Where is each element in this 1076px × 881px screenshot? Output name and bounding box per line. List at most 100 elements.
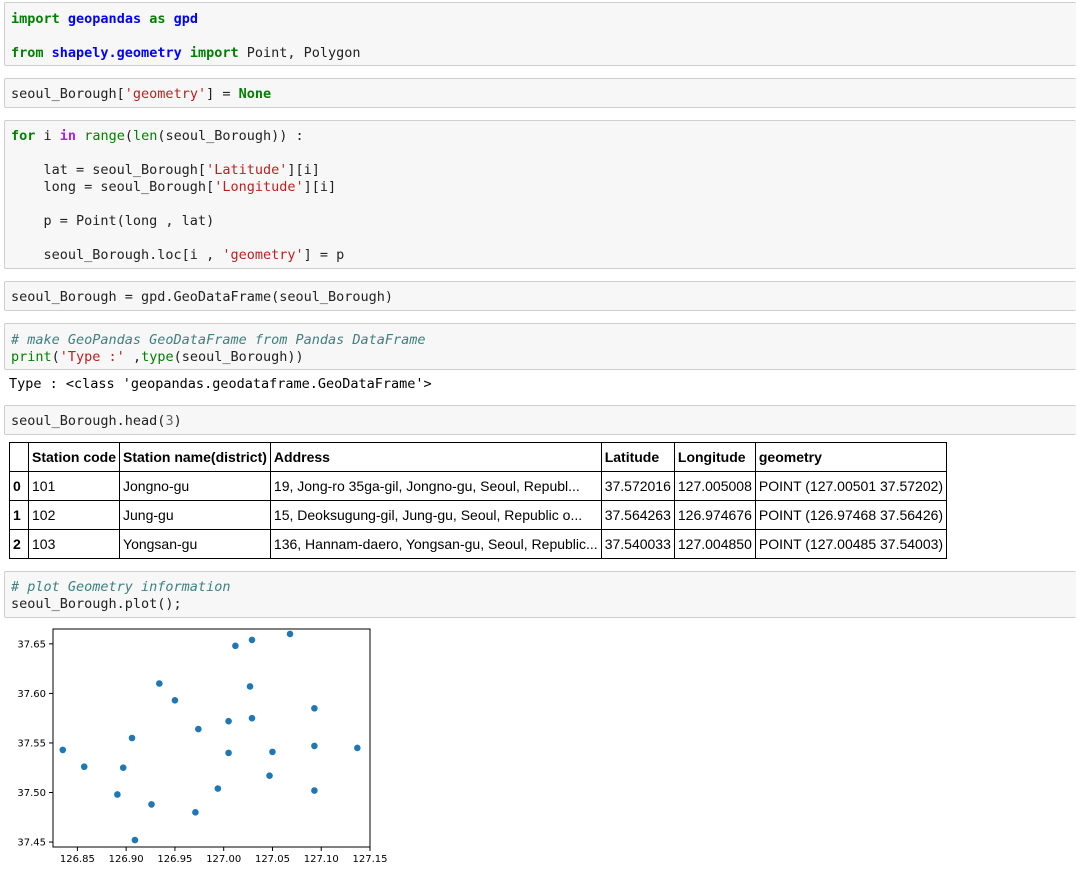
x-tick-label: 127.15 <box>353 854 388 865</box>
y-tick-label: 37.55 <box>17 738 46 749</box>
code-line-point: p = Point(long , lat) <box>11 213 215 229</box>
number-literal: 3 <box>165 413 174 429</box>
string-literal: 'geometry' <box>222 247 304 263</box>
code-text: ][i] <box>287 162 320 178</box>
string-literal: 'Longitude' <box>214 179 304 195</box>
y-tick-label: 37.65 <box>17 639 46 650</box>
scatter-point <box>246 683 254 690</box>
code-cell-head[interactable]: seoul_Borough.head(3) <box>4 405 1076 435</box>
table-cell: 37.564263 <box>600 500 675 530</box>
keyword: from <box>11 45 44 61</box>
table-cell-index: 1 <box>9 500 29 530</box>
x-tick-label: 126.85 <box>60 854 95 865</box>
scatter-point <box>232 642 239 650</box>
table-cell: Jongno-gu <box>119 471 271 501</box>
table-cell: 103 <box>27 529 121 559</box>
builtin: print <box>11 349 52 365</box>
code-line: seoul_Borough = gpd.GeoDataFrame(seoul_B… <box>11 289 394 305</box>
code-text: ] = p <box>303 247 345 263</box>
scatter-point <box>266 772 273 779</box>
code-text: ( <box>51 349 60 365</box>
code-text: long = seoul_Borough[ <box>11 179 215 195</box>
code-cell-geodataframe[interactable]: seoul_Borough = gpd.GeoDataFrame(seoul_B… <box>4 281 1076 311</box>
code-text: ] = <box>206 86 239 102</box>
table-cell-index: 0 <box>9 471 29 501</box>
cell-output-type: Type : <class 'geopandas.geodataframe.Ge… <box>9 376 432 392</box>
code-comment: # plot Geometry information <box>11 579 231 595</box>
module-alias: gpd <box>173 11 199 27</box>
scatter-point <box>311 704 318 712</box>
keyword: for <box>11 128 36 144</box>
scatter-point <box>225 749 232 757</box>
code-text: , <box>124 349 142 365</box>
code-line-loc: seoul_Borough.loc[i , 'geometry'] = p <box>11 246 345 264</box>
module-name: geopandas <box>67 11 142 27</box>
code-line-plot: seoul_Borough.plot(); <box>11 596 182 612</box>
table-header-address: Address <box>269 442 602 472</box>
table-header-station-name: Station name(district) <box>119 442 271 472</box>
code-text: ][i] <box>303 179 337 195</box>
y-tick-label: 37.50 <box>17 788 46 799</box>
scatter-point <box>114 791 121 798</box>
code-text: seoul_Borough.head( <box>11 413 166 429</box>
table-row: 0 101 Jongno-gu 19, Jong-ro 35ga-gil, Jo… <box>9 471 948 501</box>
code-cell-assign-geometry[interactable]: seoul_Borough['geometry'] = None <box>4 78 1076 108</box>
x-tick-label: 126.95 <box>157 854 192 865</box>
table-cell: POINT (127.00485 37.54003) <box>754 529 948 559</box>
code-line-for: for i in range(len(seoul_Borough)) : <box>11 127 304 145</box>
table-cell: 19, Jong-ro 35ga-gil, Jongno-gu, Seoul, … <box>269 471 602 501</box>
code-line-import-geopandas: import geopandas as gpd <box>11 10 198 28</box>
table-cell: 136, Hannam-daero, Yongsan-gu, Seoul, Re… <box>269 529 602 559</box>
scatter-point <box>354 744 361 752</box>
string-literal: 'Type :' <box>59 349 125 365</box>
table-cell: POINT (127.00501 37.57202) <box>754 471 948 501</box>
y-tick-label: 37.60 <box>17 689 46 700</box>
module-name: shapely.geometry <box>51 45 182 61</box>
table-cell: 15, Deoksugung-gil, Jung-gu, Seoul, Repu… <box>269 500 602 530</box>
plot-axes-frame <box>52 628 371 848</box>
scatter-point <box>156 680 163 687</box>
x-tick-label: 127.05 <box>255 854 290 865</box>
keyword: import <box>11 11 60 27</box>
keyword: in <box>59 128 77 144</box>
scatter-point <box>225 717 232 725</box>
y-axis-ticks: 37.45 37.50 37.55 37.60 37.65 <box>17 639 53 849</box>
x-tick-label: 127.10 <box>304 854 339 865</box>
scatter-point <box>311 742 318 750</box>
code-cell-plot[interactable]: # plot Geometry information seoul_Boroug… <box>4 571 1076 618</box>
code-line-print: print('Type :' ,type(seoul_Borough)) <box>11 348 304 366</box>
scatter-point <box>128 734 136 742</box>
scatter-point <box>119 764 127 772</box>
scatter-point <box>148 801 155 808</box>
code-line-long: long = seoul_Borough['Longitude'][i] <box>11 178 337 196</box>
code-text: i <box>35 128 60 144</box>
table-cell: POINT (126.97468 37.56426) <box>754 500 948 530</box>
scatter-point <box>171 697 179 704</box>
builtin: range <box>84 128 125 144</box>
dataframe-output-table: Station code Station name(district) Addr… <box>9 442 948 559</box>
table-cell: 127.005008 <box>673 471 756 501</box>
scatter-plot-output: 126.85 126.90 126.95 127.00 127.05 127.10 127.… <box>17 628 388 865</box>
code-cell-type-print[interactable]: # make GeoPandas GeoDataFrame from Panda… <box>4 323 1076 370</box>
table-header-latitude: Latitude <box>600 442 675 472</box>
scatter-point <box>192 809 199 816</box>
code-text: ) <box>173 413 182 429</box>
y-tick-label: 37.45 <box>17 838 46 849</box>
table-cell: 101 <box>27 471 121 501</box>
code-text: (seoul_Borough)) : <box>157 128 304 144</box>
table-header-station-code: Station code <box>27 442 121 472</box>
keyword: as <box>149 11 166 27</box>
scatter-point <box>214 785 222 792</box>
code-cell-loop[interactable]: for i in range(len(seoul_Borough)) : lat… <box>4 120 1076 269</box>
table-cell: 37.540033 <box>600 529 675 559</box>
code-cell-imports[interactable]: import geopandas as gpd from shapely.geo… <box>4 2 1076 66</box>
imported-names: Point, Polygon <box>246 45 361 61</box>
x-tick-label: 127.00 <box>206 854 241 865</box>
table-header-longitude: Longitude <box>673 442 756 472</box>
scatter-point <box>131 836 139 844</box>
code-text: seoul_Borough[ <box>11 86 125 102</box>
code-line-import-shapely: from shapely.geometry import Point, Poly… <box>11 44 361 62</box>
code-line: seoul_Borough['geometry'] = None <box>11 85 271 103</box>
scatter-point <box>248 714 256 722</box>
table-row: 1 102 Jung-gu 15, Deoksugung-gil, Jung-g… <box>9 500 948 530</box>
